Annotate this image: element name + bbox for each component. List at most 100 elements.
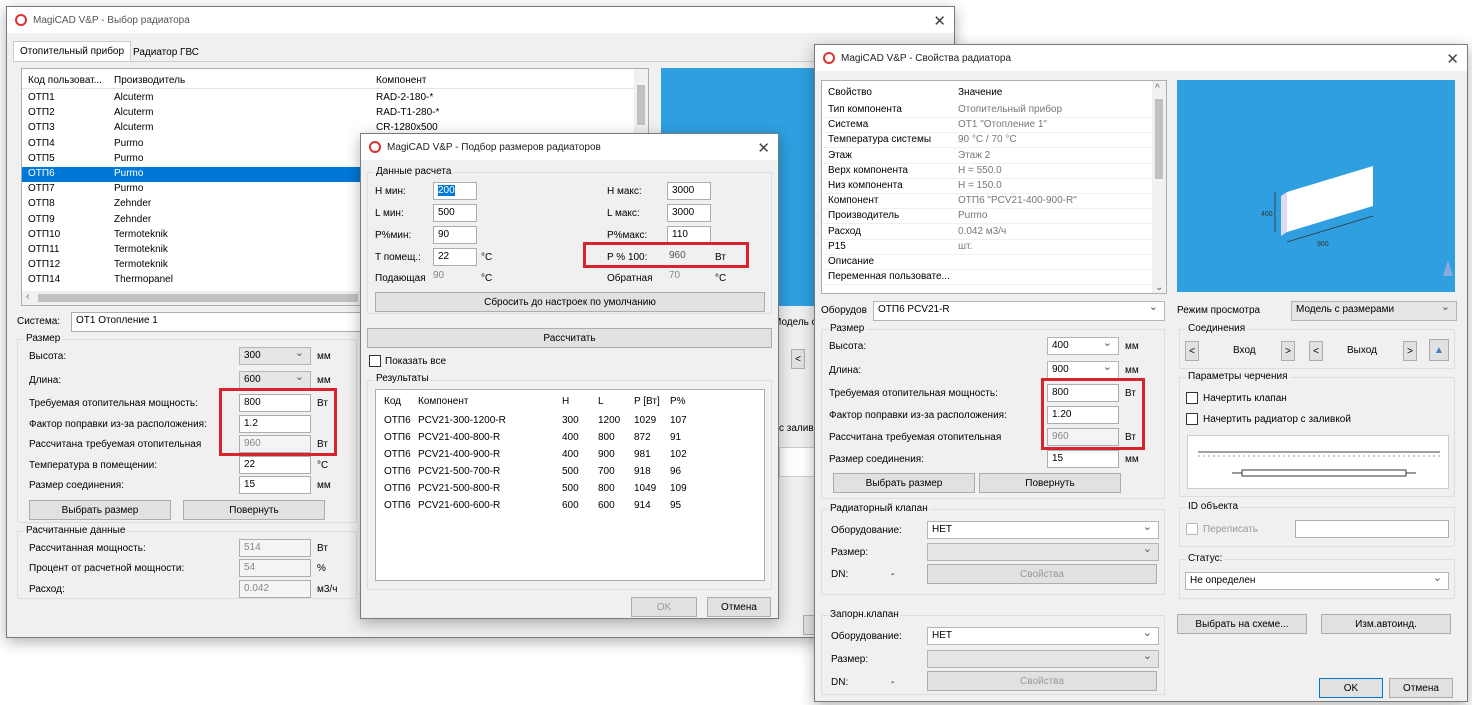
partial-left-button[interactable]: <: [791, 349, 805, 369]
property-value: 90 °C / 70 °C: [958, 134, 1017, 146]
reset-defaults-button[interactable]: Сбросить до настроек по умолчанию: [375, 292, 765, 312]
height-select[interactable]: 300: [239, 346, 311, 365]
property-row[interactable]: Описание: [822, 255, 1166, 270]
cancel-button[interactable]: Отмена: [707, 597, 771, 617]
length-select[interactable]: 900: [1047, 360, 1119, 379]
row-code: ОТП5: [28, 152, 55, 164]
row-manufacturer: Purmo: [114, 152, 144, 164]
view-orientation-icon[interactable]: [1443, 260, 1453, 276]
draw-valve-label: Начертить клапан: [1203, 393, 1287, 404]
res-col-code[interactable]: Код: [384, 396, 401, 407]
scroll-left-icon[interactable]: ‹: [26, 291, 29, 302]
tab-hot-water-radiator[interactable]: Радиатор ГВС: [127, 43, 205, 62]
out-next-button[interactable]: >: [1403, 341, 1417, 361]
cancel-button[interactable]: Отмена: [1389, 678, 1453, 698]
select-size-button[interactable]: Выбрать размер: [833, 473, 975, 493]
hmax-input[interactable]: 3000: [667, 182, 711, 200]
draw-fill-checkbox[interactable]: [1186, 413, 1198, 425]
results-table: Код Компонент H L P [Вт] P% ОТП6 PCV21-30…: [375, 389, 765, 581]
ok-button[interactable]: OK: [1319, 678, 1383, 698]
highlight-box: [1041, 378, 1145, 450]
draw-valve-checkbox[interactable]: [1186, 392, 1198, 404]
col-header-component[interactable]: Компонент: [376, 75, 426, 86]
rewrite-checkbox[interactable]: [1186, 523, 1198, 535]
show-all-checkbox[interactable]: [369, 355, 381, 367]
lmin-input[interactable]: 500: [433, 204, 477, 222]
row-code: ОТП14: [28, 274, 61, 286]
height-select[interactable]: 400: [1047, 336, 1119, 355]
result-row[interactable]: ОТП6 PCV21-400-800-R 400 800 872 91: [376, 431, 764, 446]
property-row[interactable]: Низ компонента H = 150.0: [822, 179, 1166, 194]
out-prev-button[interactable]: <: [1309, 341, 1323, 361]
room-temp-input[interactable]: 22: [239, 456, 311, 474]
result-row[interactable]: ОТП6 PCV21-500-800-R 500 800 1049 109: [376, 482, 764, 497]
shutoff-equip-select[interactable]: НЕТ: [927, 626, 1159, 645]
property-row[interactable]: Переменная пользовате...: [822, 270, 1166, 286]
col-header-property[interactable]: Свойство: [828, 87, 872, 98]
conn-input[interactable]: 15: [1047, 450, 1119, 468]
lmax-input[interactable]: 3000: [667, 204, 711, 222]
close-icon[interactable]: ✕: [933, 12, 946, 30]
property-value: 0.042 м3/ч: [958, 225, 1007, 237]
res-col-h[interactable]: H: [562, 396, 569, 407]
close-icon[interactable]: ✕: [757, 139, 770, 157]
result-row[interactable]: ОТП6 PCV21-500-700-R 500 700 918 96: [376, 465, 764, 480]
property-row[interactable]: Расход 0.042 м3/ч: [822, 225, 1166, 240]
res-col-component[interactable]: Компонент: [418, 396, 468, 407]
property-row[interactable]: Этаж Этаж 2: [822, 149, 1166, 164]
pyramid-icon: ▲: [1434, 344, 1444, 356]
tab-heating-device[interactable]: Отопительный прибор: [13, 41, 132, 61]
view-mode-select[interactable]: Модель с размерами: [1291, 300, 1457, 321]
length-select[interactable]: 600: [239, 370, 311, 389]
valve-equip-select[interactable]: НЕТ: [927, 520, 1159, 539]
height-unit: мм: [1125, 341, 1139, 352]
ok-button[interactable]: OK: [631, 597, 697, 617]
object-id-input[interactable]: [1295, 520, 1449, 538]
pmin-input[interactable]: 90: [433, 226, 477, 244]
hmin-input[interactable]: 200: [433, 182, 477, 200]
table-row[interactable]: ОТП2 Alcuterm RAD-T1-280-*: [22, 106, 648, 121]
scroll-down-icon[interactable]: ⌄: [1155, 282, 1163, 293]
res-col-l[interactable]: L: [598, 396, 604, 407]
property-value: Purmo: [958, 210, 988, 222]
view-3d-button[interactable]: ▲: [1429, 339, 1449, 361]
property-row[interactable]: Тип компонента Отопительный прибор: [822, 103, 1166, 118]
shutoff-properties-button[interactable]: Свойства: [927, 671, 1157, 691]
result-row[interactable]: ОТП6 PCV21-600-600-R 600 600 914 95: [376, 499, 764, 514]
scroll-up-icon[interactable]: ^: [1155, 83, 1160, 94]
shutoff-size-select[interactable]: [927, 649, 1159, 668]
system-field[interactable]: ОТ1 Отопление 1: [71, 312, 371, 332]
autoindex-button[interactable]: Изм.автоинд.: [1321, 614, 1451, 634]
col-header-code[interactable]: Код пользоват...: [28, 75, 102, 86]
col-header-value[interactable]: Значение: [958, 87, 1002, 98]
result-row[interactable]: ОТП6 PCV21-300-1200-R 300 1200 1029 107: [376, 414, 764, 429]
valve-properties-button[interactable]: Свойства: [927, 564, 1157, 584]
property-row[interactable]: Верх компонента H = 550.0: [822, 164, 1166, 179]
property-row[interactable]: Система ОТ1 "Отопление 1": [822, 118, 1166, 134]
rotate-button[interactable]: Повернуть: [979, 473, 1121, 493]
result-row[interactable]: ОТП6 PCV21-400-900-R 400 900 981 102: [376, 448, 764, 463]
rotate-button[interactable]: Повернуть: [183, 500, 325, 520]
vertical-scrollbar[interactable]: ^ ⌄: [1152, 81, 1166, 293]
table-row[interactable]: ОТП1 Alcuterm RAD-2-180-*: [22, 91, 648, 106]
valve-size-select[interactable]: [927, 542, 1159, 561]
property-row[interactable]: Температура системы 90 °C / 70 °C: [822, 133, 1166, 149]
property-row[interactable]: Компонент ОТП6 "PCV21-400-900-R": [822, 194, 1166, 210]
select-size-button[interactable]: Выбрать размер: [29, 500, 171, 520]
troom-input[interactable]: 22: [433, 248, 477, 266]
conn-input[interactable]: 15: [239, 476, 311, 494]
status-select[interactable]: Не определен: [1185, 571, 1449, 590]
calculate-button[interactable]: Рассчитать: [367, 328, 772, 348]
equip-select[interactable]: ОТП6 PCV21-R: [873, 300, 1165, 321]
col-header-manufacturer[interactable]: Производитель: [114, 75, 185, 86]
property-row[interactable]: Производитель Purmo: [822, 209, 1166, 225]
res-col-p[interactable]: P [Вт]: [634, 396, 660, 407]
property-name: Компонент: [828, 195, 879, 207]
row-p: 1049: [634, 483, 657, 494]
in-prev-button[interactable]: <: [1185, 341, 1199, 361]
pick-on-scheme-button[interactable]: Выбрать на схеме...: [1177, 614, 1307, 634]
res-col-pct[interactable]: P%: [670, 396, 686, 407]
in-next-button[interactable]: >: [1281, 341, 1295, 361]
close-icon[interactable]: ✕: [1446, 50, 1459, 68]
property-row[interactable]: P15 шт.: [822, 240, 1166, 255]
